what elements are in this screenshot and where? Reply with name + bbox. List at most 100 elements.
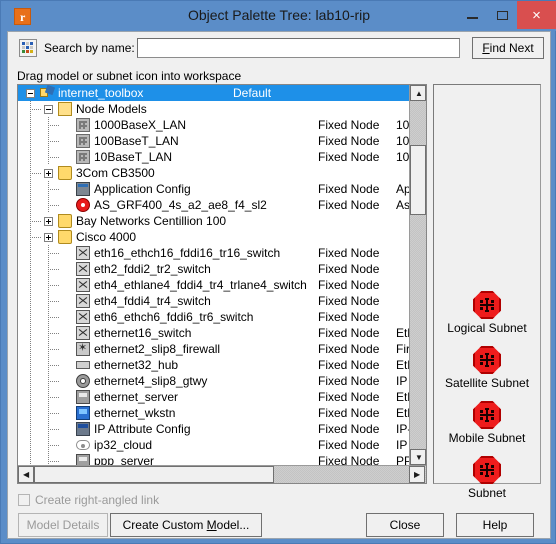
tree-row-type: Fixed Node — [318, 134, 380, 148]
lan-icon[interactable] — [76, 118, 90, 132]
tree-guide-stub — [48, 445, 60, 446]
tree-guide-stub — [48, 349, 60, 350]
help-button[interactable]: Help — [456, 513, 534, 537]
tree-row[interactable]: ethernet4_slip8_gtwy Fixed Node IP Ro — [18, 373, 410, 389]
switch-icon[interactable] — [76, 326, 90, 340]
attr-config-icon[interactable] — [76, 422, 90, 436]
scroll-right-button[interactable]: ▶ — [409, 466, 425, 483]
collapse-icon[interactable] — [26, 89, 35, 98]
create-custom-model-button[interactable]: Create Custom Model... — [110, 513, 262, 537]
scroll-down-button[interactable]: ▼ — [410, 449, 426, 465]
tree-row[interactable]: 1000BaseX_LAN Fixed Node 1000 — [18, 117, 410, 133]
workstation-icon[interactable] — [76, 406, 90, 420]
tree-row[interactable]: Node Models — [18, 101, 410, 117]
tree-row-description: Ascer — [396, 198, 410, 212]
subnet-palette-item[interactable]: Logical Subnet — [434, 291, 540, 335]
tree-vertical-scrollbar[interactable]: ▲ ▼ — [409, 85, 426, 465]
satellite-subnet-icon[interactable] — [473, 346, 501, 374]
switch-icon[interactable] — [76, 262, 90, 276]
subnet-icon[interactable] — [473, 456, 501, 484]
tree-row[interactable]: 10BaseT_LAN Fixed Node 10Ba — [18, 149, 410, 165]
switch-icon[interactable] — [76, 294, 90, 308]
scroll-up-button[interactable]: ▲ — [410, 85, 426, 101]
subnet-palette-item[interactable]: Subnet — [434, 456, 540, 500]
switch-icon[interactable] — [76, 310, 90, 324]
router-icon[interactable] — [76, 198, 90, 212]
subnet-palette-label: Mobile Subnet — [448, 431, 526, 445]
tree-row[interactable]: Cisco 4000 — [18, 229, 410, 245]
server-icon[interactable] — [76, 454, 90, 465]
cloud-icon[interactable] — [76, 440, 90, 450]
tree-row-type: Fixed Node — [318, 358, 380, 372]
object-tree-panel[interactable]: internet_toolbox Default Node Models 1000Ba… — [17, 84, 427, 484]
find-next-button[interactable]: Find Next — [472, 37, 544, 59]
subnet-palette-item[interactable]: Satellite Subnet — [434, 346, 540, 390]
toolbox-icon[interactable] — [40, 86, 54, 100]
tree-row[interactable]: eth4_fddi4_tr4_switch Fixed Node — [18, 293, 410, 309]
firewall-icon[interactable] — [76, 341, 90, 356]
tree-row[interactable]: eth2_fddi2_tr2_switch Fixed Node — [18, 261, 410, 277]
horizontal-scroll-thumb[interactable] — [34, 466, 274, 483]
tree-guide-line — [30, 117, 31, 133]
tree-row[interactable]: eth6_ethch6_fddi6_tr6_switch Fixed Node — [18, 309, 410, 325]
tree-row[interactable]: eth16_ethch16_fddi16_tr16_switch Fixed No… — [18, 245, 410, 261]
palette-grid-icon[interactable] — [19, 39, 37, 57]
tree-guide-line — [30, 341, 31, 357]
minimize-button[interactable] — [457, 1, 487, 29]
switch-icon[interactable] — [76, 278, 90, 292]
folder-icon[interactable] — [58, 214, 72, 228]
search-input[interactable] — [137, 38, 460, 58]
gateway-icon[interactable] — [76, 374, 90, 388]
tree-guide-stub — [48, 253, 60, 254]
tree-row[interactable]: AS_GRF400_4s_a2_ae8_f4_sl2 Fixed Node Asce… — [18, 197, 410, 213]
app-config-icon[interactable] — [76, 182, 90, 196]
tree-row[interactable]: ip32_cloud Fixed Node IP Clo — [18, 437, 410, 453]
tree-row[interactable]: ethernet_wkstn Fixed Node Ethen — [18, 405, 410, 421]
switch-icon[interactable] — [76, 246, 90, 260]
tree-row-label: 100BaseT_LAN — [94, 134, 179, 148]
server-icon[interactable] — [76, 390, 90, 404]
tree-row[interactable]: 100BaseT_LAN Fixed Node 100Ba — [18, 133, 410, 149]
tree-row-type: Fixed Node — [318, 342, 380, 356]
expand-icon[interactable] — [44, 217, 53, 226]
tree-row[interactable]: eth4_ethlane4_fddi4_tr4_trlane4_switch Fi… — [18, 277, 410, 293]
tree-row[interactable]: Bay Networks Centillion 100 — [18, 213, 410, 229]
tree-row[interactable]: 3Com CB3500 — [18, 165, 410, 181]
tree-row[interactable]: ethernet16_switch Fixed Node Ethen — [18, 325, 410, 341]
folder-icon[interactable] — [58, 230, 72, 244]
tree-row-type: Fixed Node — [318, 182, 380, 196]
expand-icon[interactable] — [44, 169, 53, 178]
hub-icon[interactable] — [76, 361, 90, 369]
create-right-angled-link-checkbox[interactable] — [18, 494, 30, 506]
tree-row-description: Ethen — [396, 358, 410, 372]
maximize-button[interactable] — [487, 1, 517, 29]
tree-horizontal-scrollbar[interactable]: ◀ ▶ — [18, 465, 426, 483]
tree-guide-line — [48, 453, 49, 465]
tree-row[interactable]: ethernet_server Fixed Node Ethen — [18, 389, 410, 405]
tree-guide-stub — [48, 301, 60, 302]
tree-row[interactable]: Application Config Fixed Node Applic — [18, 181, 410, 197]
lan-icon[interactable] — [76, 134, 90, 148]
chevron-up-icon: ▲ — [415, 89, 423, 98]
tree-row[interactable]: IP Attribute Config Fixed Node IP-lay — [18, 421, 410, 437]
model-details-button[interactable]: Model Details — [18, 513, 108, 537]
vertical-scroll-thumb[interactable] — [410, 145, 426, 215]
tree-guide-line — [30, 453, 31, 465]
tree-row[interactable]: ethernet2_slip8_firewall Fixed Node Firewa — [18, 341, 410, 357]
lan-icon[interactable] — [76, 150, 90, 164]
subnet-palette-item[interactable]: Mobile Subnet — [434, 401, 540, 445]
tree-row[interactable]: ppp_server Fixed Node PPP — [18, 453, 410, 465]
scroll-left-button[interactable]: ◀ — [18, 466, 34, 483]
mobile-subnet-icon[interactable] — [473, 401, 501, 429]
close-button[interactable]: × — [517, 1, 556, 29]
expand-icon[interactable] — [44, 233, 53, 242]
collapse-icon[interactable] — [44, 105, 53, 114]
folder-open-icon[interactable] — [58, 102, 72, 116]
subnet-palette-label: Logical Subnet — [447, 321, 527, 335]
tree-row[interactable]: ethernet32_hub Fixed Node Ethen — [18, 357, 410, 373]
folder-icon[interactable] — [58, 166, 72, 180]
tree-guide-stub — [48, 189, 60, 190]
logical-subnet-icon[interactable] — [473, 291, 501, 319]
close-dialog-button[interactable]: Close — [366, 513, 444, 537]
tree-row[interactable]: internet_toolbox Default — [18, 85, 410, 101]
